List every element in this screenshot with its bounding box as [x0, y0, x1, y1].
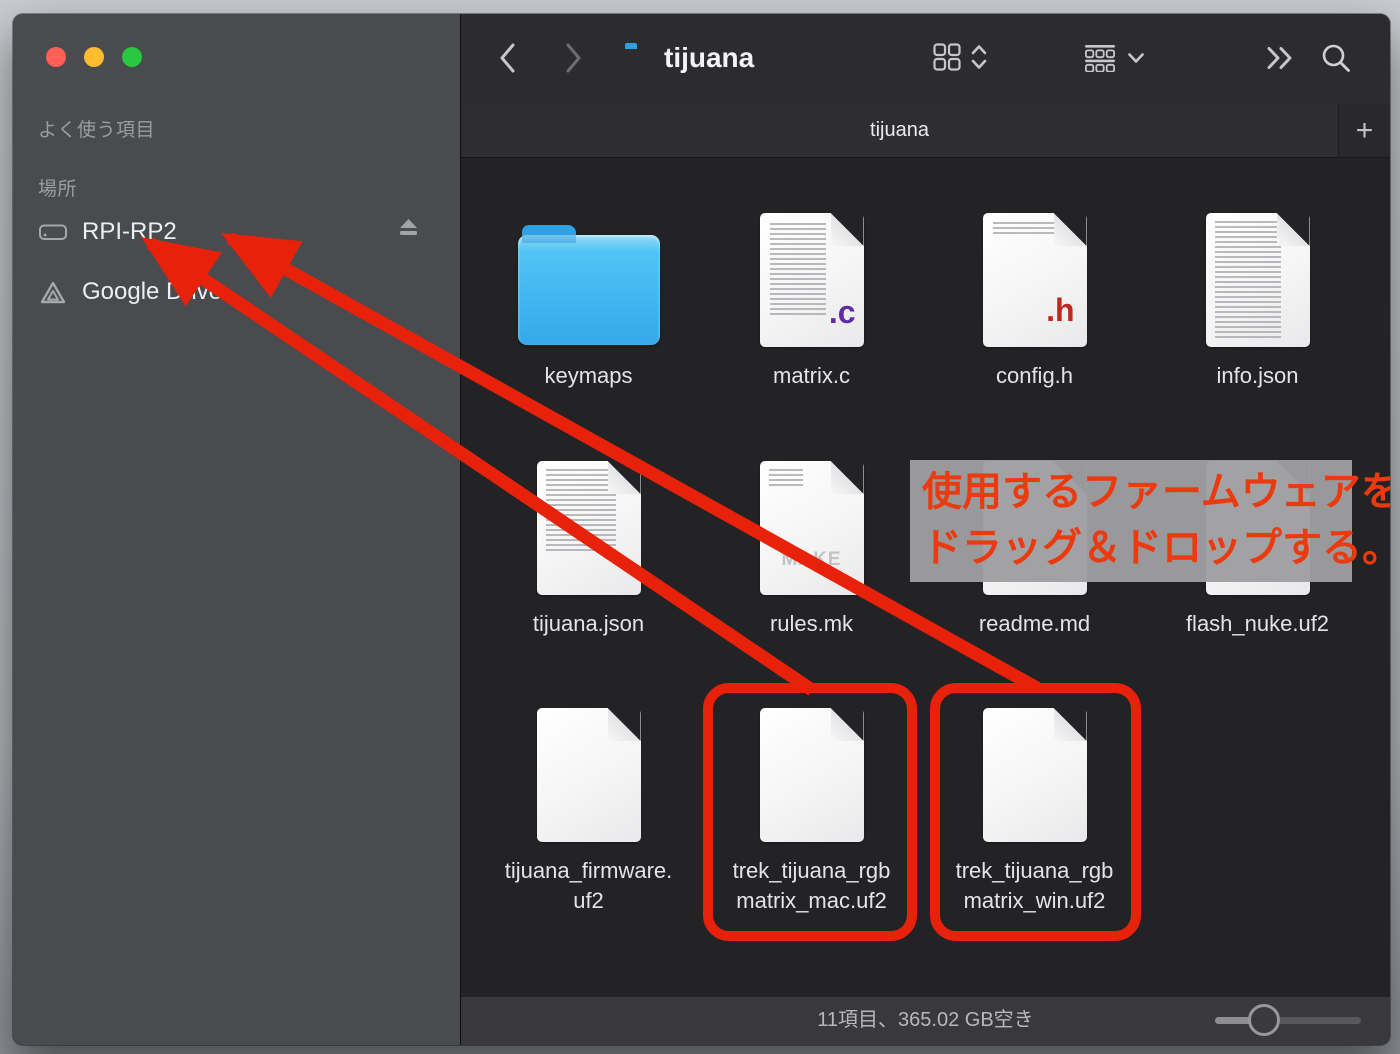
window-title: tijuana [664, 42, 755, 73]
file-label: flash_nuke.uf2 [1185, 611, 1330, 636]
annotation-line: ドラッグ＆ドロップする。 [922, 526, 1390, 570]
document-icon: .h [982, 213, 1087, 347]
file-label: tijuana.json [532, 611, 645, 636]
icon-size-slider[interactable] [1215, 997, 1361, 1044]
file-tijuana-json[interactable]: tijuana.json [477, 455, 700, 639]
locations-section-header: 場所 [38, 179, 78, 200]
new-tab-button[interactable]: + [1338, 104, 1390, 157]
file-trek-tijuana-rgbmatrix-mac-uf2[interactable]: trek_tijuana_rgb matrix_mac.uf2 [700, 702, 923, 916]
file-watermark: MAKE [781, 549, 842, 570]
file-ext-badge: .c [828, 294, 856, 330]
fullscreen-button[interactable] [122, 47, 142, 67]
sidebar-item-label: Google Drive [82, 278, 223, 305]
file-label: matrix.c [773, 363, 850, 388]
sidebar-item-rpi-rp2[interactable]: RPI-RP2 [13, 213, 460, 251]
document-icon [536, 461, 641, 595]
file-label: config.h [995, 363, 1074, 388]
annotation-callout: 使用するファームウェアを ドラッグ＆ドロップする。 [910, 460, 1390, 582]
document-icon: MAKE [759, 461, 864, 595]
tab-bar: tijuana + [461, 104, 1390, 158]
eject-icon[interactable] [396, 217, 421, 238]
document-icon [759, 708, 864, 842]
file-label: tijuana_firmware. uf2 [504, 858, 673, 913]
document-icon [536, 708, 641, 842]
sidebar: よく使う項目 場所 RPI-RP2 Google Drive [13, 14, 461, 1045]
group-by-icon[interactable] [1085, 45, 1115, 72]
file-label: keymaps [544, 363, 633, 388]
status-bar: 11項目、365.02 GB空き [461, 996, 1390, 1045]
close-button[interactable] [46, 47, 66, 67]
file-matrix-c[interactable]: .c matrix.c [700, 207, 923, 391]
sidebar-item-google-drive[interactable]: Google Drive [13, 273, 460, 311]
chevron-down-icon[interactable] [1127, 52, 1145, 64]
search-icon[interactable] [1319, 41, 1353, 75]
file-label: info.json [1216, 363, 1299, 388]
file-ext-badge: .h [1046, 292, 1075, 328]
finder-window: よく使う項目 場所 RPI-RP2 Google Drive tijuana t… [13, 14, 1390, 1045]
window-controls [46, 47, 142, 67]
file-label: trek_tijuana_rgb matrix_mac.uf2 [732, 858, 891, 913]
minimize-button[interactable] [84, 47, 104, 67]
tab-tijuana[interactable]: tijuana [461, 104, 1338, 157]
toolbar-overflow-icon[interactable] [1265, 46, 1295, 70]
annotation-line: 使用するファームウェアを [922, 470, 1390, 514]
external-drive-icon [38, 219, 68, 245]
file-config-h[interactable]: .h config.h [923, 207, 1146, 391]
favorites-section-header: よく使う項目 [38, 120, 156, 141]
desktop-background: よく使う項目 場所 RPI-RP2 Google Drive tijuana t… [0, 0, 1400, 1054]
document-icon [1205, 213, 1310, 347]
folder-icon [517, 225, 660, 345]
file-label: readme.md [978, 611, 1091, 636]
file-label: rules.mk [769, 611, 854, 636]
file-rules-mk[interactable]: MAKE rules.mk [700, 455, 923, 639]
toolbar: tijuana [461, 14, 1390, 104]
document-icon [982, 708, 1087, 842]
file-info-json[interactable]: info.json [1146, 207, 1369, 391]
document-icon: .c [759, 213, 864, 347]
file-trek-tijuana-rgbmatrix-win-uf2[interactable]: trek_tijuana_rgb matrix_win.uf2 [923, 702, 1146, 916]
view-mode-icon[interactable] [933, 43, 961, 71]
file-keymaps[interactable]: keymaps [477, 207, 700, 391]
back-button[interactable] [497, 42, 517, 74]
file-label: trek_tijuana_rgb matrix_win.uf2 [955, 858, 1114, 913]
sort-chevrons-icon[interactable] [970, 43, 988, 71]
file-tijuana-firmware-uf2[interactable]: tijuana_firmware. uf2 [477, 702, 700, 916]
forward-button[interactable] [564, 42, 584, 74]
google-drive-icon [38, 280, 68, 305]
sidebar-item-label: RPI-RP2 [82, 218, 177, 245]
slider-thumb[interactable] [1248, 1004, 1280, 1036]
